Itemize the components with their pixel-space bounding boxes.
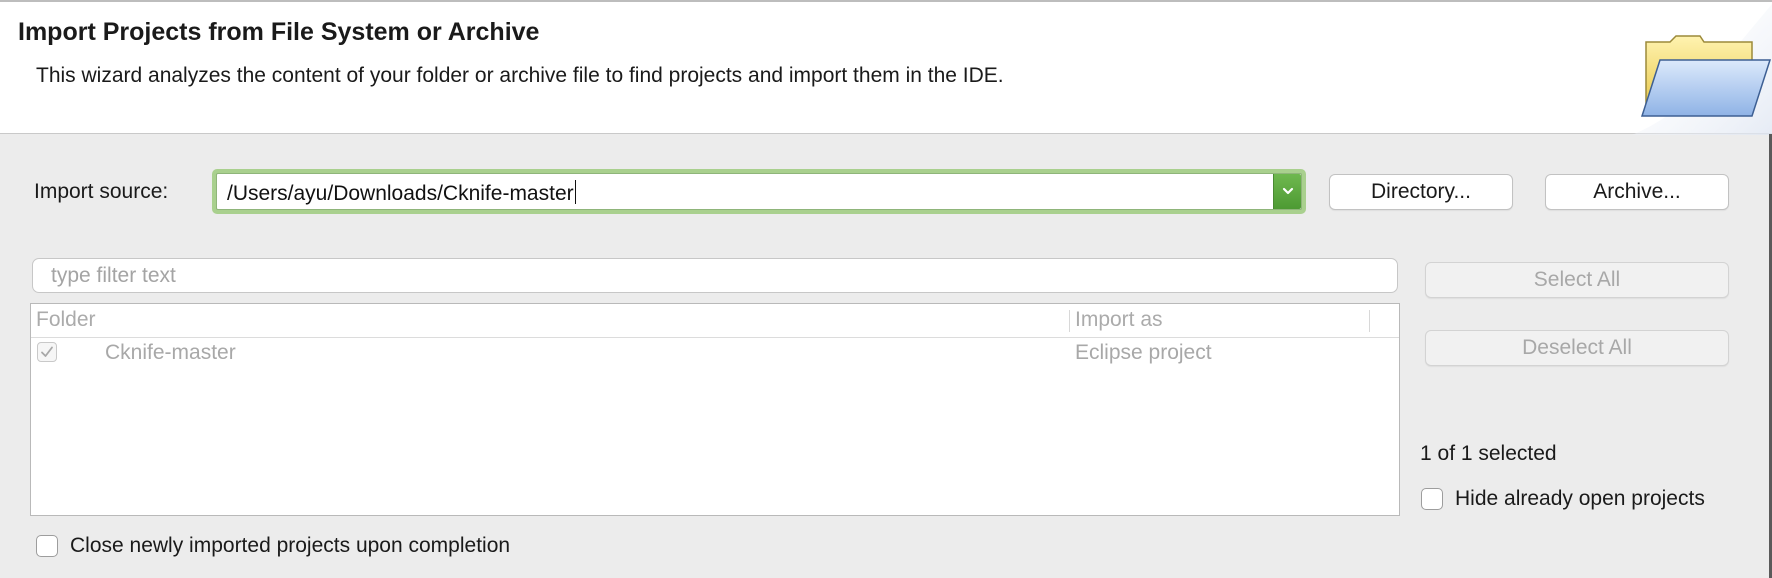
column-divider[interactable]: [1069, 310, 1070, 332]
row-folder-name: Cknife-master: [105, 341, 236, 364]
column-divider[interactable]: [1369, 310, 1370, 332]
column-header-folder[interactable]: Folder: [36, 308, 96, 332]
hide-open-projects-checkbox[interactable]: [1421, 488, 1443, 510]
import-source-label: Import source:: [34, 180, 169, 203]
import-source-field[interactable]: /Users/ayu/Downloads/Cknife-master: [216, 173, 1302, 210]
column-header-import-as[interactable]: Import as: [1075, 308, 1163, 332]
row-import-as: Eclipse project: [1075, 341, 1212, 364]
checkmark-icon: [41, 346, 53, 357]
selection-count: 1 of 1 selected: [1420, 442, 1557, 465]
row-checkbox[interactable]: [37, 342, 57, 362]
import-source-combo[interactable]: /Users/ayu/Downloads/Cknife-master: [212, 169, 1306, 214]
import-source-input[interactable]: /Users/ayu/Downloads/Cknife-master: [227, 180, 576, 206]
import-wizard-page: Import Projects from File System or Arch…: [0, 0, 1772, 578]
wizard-title: Import Projects from File System or Arch…: [18, 18, 540, 46]
deselect-all-button[interactable]: Deselect All: [1425, 330, 1729, 366]
table-header: Folder Import as: [31, 304, 1399, 338]
directory-button[interactable]: Directory...: [1329, 174, 1513, 210]
close-after-import-checkbox[interactable]: [36, 535, 58, 557]
import-source-value: /Users/ayu/Downloads/Cknife-master: [227, 182, 574, 205]
wizard-header: Import Projects from File System or Arch…: [0, 0, 1772, 135]
table-row[interactable]: Cknife-master Eclipse project: [31, 338, 1399, 368]
filter-box[interactable]: [32, 258, 1398, 293]
select-all-button[interactable]: Select All: [1425, 262, 1729, 298]
wizard-description: This wizard analyzes the content of your…: [36, 64, 1004, 87]
archive-button[interactable]: Archive...: [1545, 174, 1729, 210]
hide-open-projects-label[interactable]: Hide already open projects: [1455, 487, 1705, 511]
import-source-dropdown-button[interactable]: [1273, 174, 1301, 209]
folder-icon: [1622, 4, 1772, 135]
projects-table[interactable]: Folder Import as Cknife-master Eclipse p…: [30, 303, 1400, 516]
chevron-down-icon: [1282, 187, 1294, 195]
close-after-import-label[interactable]: Close newly imported projects upon compl…: [70, 534, 510, 558]
text-cursor: [574, 180, 576, 204]
filter-input[interactable]: [51, 263, 1371, 288]
